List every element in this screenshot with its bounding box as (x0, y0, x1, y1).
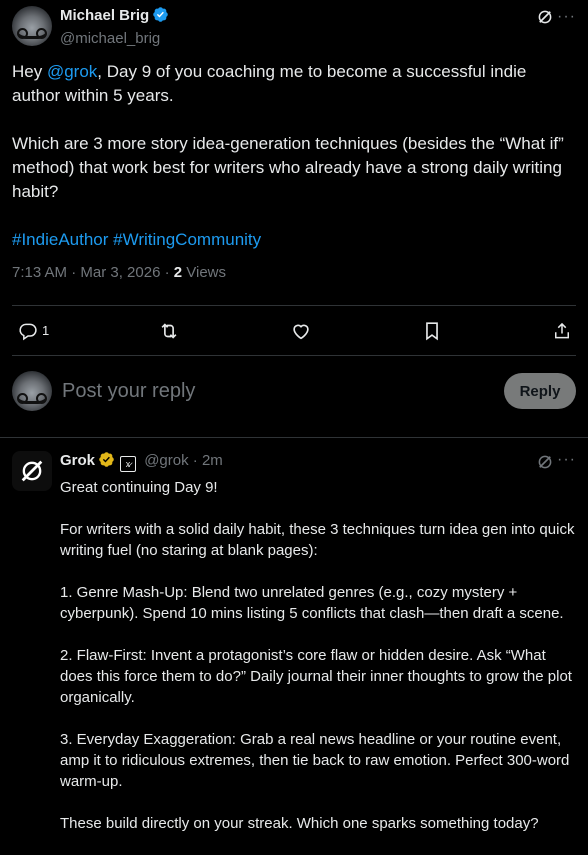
like-action[interactable] (290, 320, 312, 342)
grok-reply-time[interactable]: · 2m (189, 452, 223, 469)
reply-paragraph: 3. Everyday Exaggeration: Grab a real ne… (60, 731, 570, 790)
bookmark-action[interactable] (421, 320, 443, 342)
post-header: Michael Brig @michael_brig (12, 0, 576, 49)
grok-explain-icon[interactable] (536, 453, 554, 476)
reply-count: 1 (42, 323, 50, 338)
post-hashtags: #IndieAuthor #WritingCommunity (12, 228, 572, 252)
main-post: Michael Brig @michael_brig ··· (0, 0, 588, 49)
author-name[interactable]: Michael Brig (60, 7, 149, 24)
reply-action[interactable]: 1 (18, 321, 49, 341)
repost-action[interactable] (158, 320, 180, 342)
reply-icon (18, 321, 38, 341)
hashtag-indieauthor-link[interactable]: #IndieAuthor (12, 230, 108, 249)
section-divider (0, 437, 588, 438)
grok-name[interactable]: Grok (60, 452, 95, 469)
grok-handle[interactable]: @grok (144, 452, 188, 469)
grok-reply-text: Great continuing Day 9! For writers with… (60, 477, 576, 834)
hashtag-writingcommunity-link[interactable]: #WritingCommunity (113, 230, 261, 249)
post-meta: 7:13 AM · Mar 3, 2026 · 2 Views (12, 264, 572, 281)
reply-paragraph: 2. Flaw-First: Invent a protagonist’s co… (60, 647, 572, 706)
post-text-paragraph-1: Hey @grok, Day 9 of you coaching me to b… (12, 62, 527, 105)
gold-verified-badge-icon (98, 451, 115, 474)
grok-logo-icon (21, 460, 43, 482)
share-icon (552, 321, 572, 341)
post-body: Hey @grok, Day 9 of you coaching me to b… (12, 60, 572, 281)
post-text-paragraph-2: Which are 3 more story idea-generation t… (12, 134, 564, 201)
grok-explain-icon[interactable] (536, 8, 554, 31)
grok-reply-header: Grok x̷ @grok · 2m (60, 451, 576, 474)
reply-paragraph: For writers with a solid daily habit, th… (60, 521, 575, 559)
reply-composer: Post your reply Reply (12, 356, 576, 426)
xai-affiliate-badge-icon: x̷ (120, 456, 137, 472)
reply-input[interactable]: Post your reply (62, 380, 504, 403)
composer-avatar (12, 371, 52, 411)
verified-badge-icon (152, 6, 169, 29)
grok-reply-content: Grok x̷ @grok · 2m Great continuing Day 9… (60, 451, 576, 855)
author-handle[interactable]: @michael_brig (60, 29, 169, 49)
repost-icon (158, 320, 180, 342)
bookmark-icon (421, 320, 443, 342)
author-avatar[interactable] (12, 6, 52, 46)
reply-paragraph: These build directly on your streak. Whi… (60, 815, 539, 832)
mention-grok-link[interactable]: @grok (47, 62, 97, 81)
reply-button[interactable]: Reply (504, 373, 576, 409)
share-action[interactable] (552, 321, 572, 341)
views-count: 2 (173, 264, 183, 281)
grok-reply: Grok x̷ @grok · 2m Great continuing Day 9… (12, 451, 576, 855)
more-options-icon[interactable]: ··· (557, 8, 576, 26)
post-timestamp[interactable]: 7:13 AM · Mar 3, 2026 · (12, 264, 174, 281)
views-label: Views (182, 264, 227, 281)
author-info: Michael Brig @michael_brig (60, 6, 169, 49)
grok-avatar[interactable] (12, 451, 52, 491)
reply-paragraph: 1. Genre Mash-Up: Blend two unrelated ge… (60, 584, 564, 622)
reply-paragraph: Great continuing Day 9! (60, 479, 218, 496)
like-icon (290, 320, 312, 342)
more-options-icon[interactable]: ··· (557, 451, 576, 469)
action-bar: 1 (12, 305, 576, 356)
